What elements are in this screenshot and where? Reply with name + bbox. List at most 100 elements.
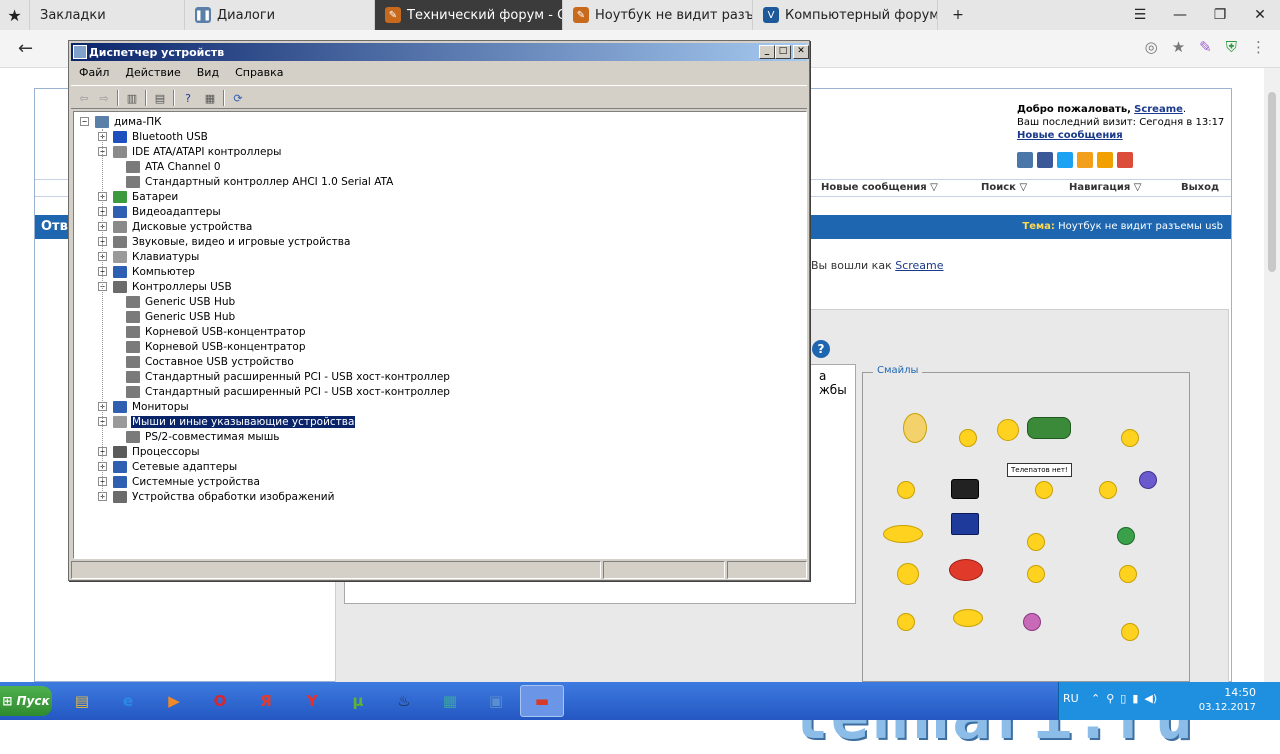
taskbar-utorrent-icon[interactable]: µ <box>336 685 380 717</box>
nav-logout[interactable]: Выход <box>1181 182 1219 193</box>
show-hide-tree-icon[interactable]: ▥ <box>123 89 141 107</box>
facebook-icon[interactable] <box>1037 152 1053 168</box>
back-arrow-icon[interactable]: ⇦ <box>75 89 93 107</box>
nav-new-messages[interactable]: Новые сообщения ▽ <box>821 182 938 193</box>
smile-icon[interactable] <box>1023 613 1041 631</box>
tree-category[interactable]: + Устройства обработки изображений <box>98 489 335 504</box>
new-messages-link[interactable]: Новые сообщения <box>1017 130 1123 141</box>
smile-icon[interactable] <box>1121 429 1139 447</box>
globe-icon[interactable]: ◎ <box>1145 38 1158 56</box>
new-tab-button[interactable]: + <box>938 0 978 30</box>
smile-icon[interactable] <box>997 419 1019 441</box>
nav-search[interactable]: Поиск ▽ <box>981 182 1027 193</box>
tab-tech-forum[interactable]: ✎ Технический форум - Отв <box>375 0 563 30</box>
browser-menu-icon[interactable]: ☰ <box>1120 0 1160 30</box>
tab-notebook-usb[interactable]: ✎ Ноутбук не видит разъемы <box>563 0 753 30</box>
close-button[interactable]: ✕ <box>1240 0 1280 30</box>
back-arrow-icon[interactable]: ← <box>18 38 33 59</box>
tree-root-computer[interactable]: − дима-ПК <box>80 114 163 129</box>
tree-category[interactable]: + Компьютер <box>98 264 196 279</box>
tree-category[interactable]: + Клавиатуры <box>98 249 200 264</box>
bookmarks-star-icon[interactable]: ★ <box>0 0 30 30</box>
smile-icon[interactable] <box>959 429 977 447</box>
taskbar-yandex-browser-icon[interactable]: Y <box>290 685 334 717</box>
username-link[interactable]: Screame <box>1134 104 1183 115</box>
smile-icon[interactable] <box>1117 527 1135 545</box>
smile-icon[interactable] <box>1027 533 1045 551</box>
smile-icon[interactable] <box>949 559 983 581</box>
forward-arrow-icon[interactable]: ⇨ <box>95 89 113 107</box>
smile-icon[interactable] <box>953 609 983 627</box>
tree-device[interactable]: ATA Channel 0 <box>126 159 222 174</box>
tree-category[interactable]: − IDE ATA/ATAPI контроллеры <box>98 144 282 159</box>
taskbar-explorer-icon[interactable]: ▤ <box>60 685 104 717</box>
smile-icon[interactable] <box>1119 565 1137 583</box>
vk-icon[interactable] <box>1017 152 1033 168</box>
start-button[interactable]: ⊞ Пуск <box>0 686 52 716</box>
help-icon[interactable]: ? <box>812 340 830 358</box>
tree-device[interactable]: Generic USB Hub <box>126 294 236 309</box>
taskbar-network-app-icon[interactable]: ▣ <box>474 685 518 717</box>
smile-icon[interactable] <box>1139 471 1157 489</box>
dm-minimize-button[interactable]: _ <box>759 45 775 59</box>
tree-category[interactable]: + Дисковые устройства <box>98 219 253 234</box>
smile-icon[interactable] <box>897 481 915 499</box>
pen-icon[interactable]: ✎ <box>1199 38 1212 56</box>
taskbar-toolbox-icon[interactable]: ▬ <box>520 685 564 717</box>
collapse-toggle-icon[interactable]: − <box>80 117 89 126</box>
tree-category[interactable]: + Батареи <box>98 189 179 204</box>
help-book-icon[interactable]: ? <box>179 89 197 107</box>
smile-censored-icon[interactable] <box>951 479 979 499</box>
tree-category[interactable]: + Системные устройства <box>98 474 261 489</box>
smile-icon[interactable] <box>1027 565 1045 583</box>
tree-device[interactable]: Generic USB Hub <box>126 309 236 324</box>
taskbar-app-blocks-icon[interactable]: ▦ <box>428 685 472 717</box>
smile-computer-icon[interactable] <box>951 513 979 535</box>
tree-device[interactable]: Корневой USB-концентратор <box>126 324 307 339</box>
odnoklassniki-icon[interactable] <box>1077 152 1093 168</box>
logged-in-user-link[interactable]: Screame <box>895 259 943 272</box>
tree-category[interactable]: + Bluetooth USB <box>98 129 209 144</box>
tree-device[interactable]: Составное USB устройство <box>126 354 295 369</box>
dm-close-button[interactable]: ✕ <box>793 45 809 59</box>
restore-button[interactable]: ❐ <box>1200 0 1240 30</box>
tree-category[interactable]: + Видеоадаптеры <box>98 204 222 219</box>
nav-navigation[interactable]: Навигация ▽ <box>1069 182 1141 193</box>
more-menu-icon[interactable]: ⋮ <box>1251 38 1266 56</box>
smile-icon[interactable] <box>883 525 923 543</box>
tree-category[interactable]: − Мыши и иные указывающие устройства <box>98 414 357 429</box>
volume-icon[interactable]: ◀) <box>1144 692 1157 705</box>
show-hidden-icons-icon[interactable]: ⌃ <box>1091 692 1100 705</box>
signal-icon[interactable]: ▮ <box>1132 692 1138 705</box>
network-icon[interactable]: ⚲ <box>1106 692 1114 705</box>
tab-dialogs[interactable]: ❚❚ Диалоги <box>185 0 375 30</box>
scan-hardware-icon[interactable]: ⟳ <box>229 89 247 107</box>
scrollbar-thumb[interactable] <box>1268 92 1276 272</box>
clock-time[interactable]: 14:50 <box>1224 686 1256 699</box>
smile-tree-icon[interactable] <box>1027 417 1071 439</box>
menu-help[interactable]: Справка <box>227 63 291 83</box>
tree-device[interactable]: Корневой USB-концентратор <box>126 339 307 354</box>
dm-maximize-button[interactable]: □ <box>775 45 791 59</box>
properties-icon[interactable]: ▤ <box>151 89 169 107</box>
console-icon[interactable]: ▦ <box>201 89 219 107</box>
google-plus-icon[interactable] <box>1117 152 1133 168</box>
tree-device[interactable]: Стандартный расширенный PCI - USB хост-к… <box>126 369 451 384</box>
page-scrollbar[interactable] <box>1264 68 1280 682</box>
smile-icon[interactable] <box>897 613 915 631</box>
tree-category[interactable]: + Звуковые, видео и игровые устройства <box>98 234 351 249</box>
tree-device[interactable]: Стандартный расширенный PCI - USB хост-к… <box>126 384 451 399</box>
battery-icon[interactable]: ▯ <box>1120 692 1126 705</box>
bookmark-star-icon[interactable]: ★ <box>1172 38 1185 56</box>
language-indicator[interactable]: RU <box>1063 692 1079 705</box>
mailru-icon[interactable] <box>1097 152 1113 168</box>
smile-icon[interactable] <box>1099 481 1117 499</box>
smile-icon[interactable] <box>1121 623 1139 641</box>
taskbar-yandex-icon[interactable]: Я <box>244 685 288 717</box>
device-manager-titlebar[interactable]: Диспетчер устройств _ □ ✕ <box>71 43 809 61</box>
tree-category[interactable]: + Мониторы <box>98 399 190 414</box>
tree-device[interactable]: PS/2-совместимая мышь <box>126 429 281 444</box>
tab-bookmarks[interactable]: Закладки <box>30 0 185 30</box>
shield-icon[interactable]: ⛨ <box>1226 38 1237 56</box>
taskbar-opera-icon[interactable]: O <box>198 685 242 717</box>
